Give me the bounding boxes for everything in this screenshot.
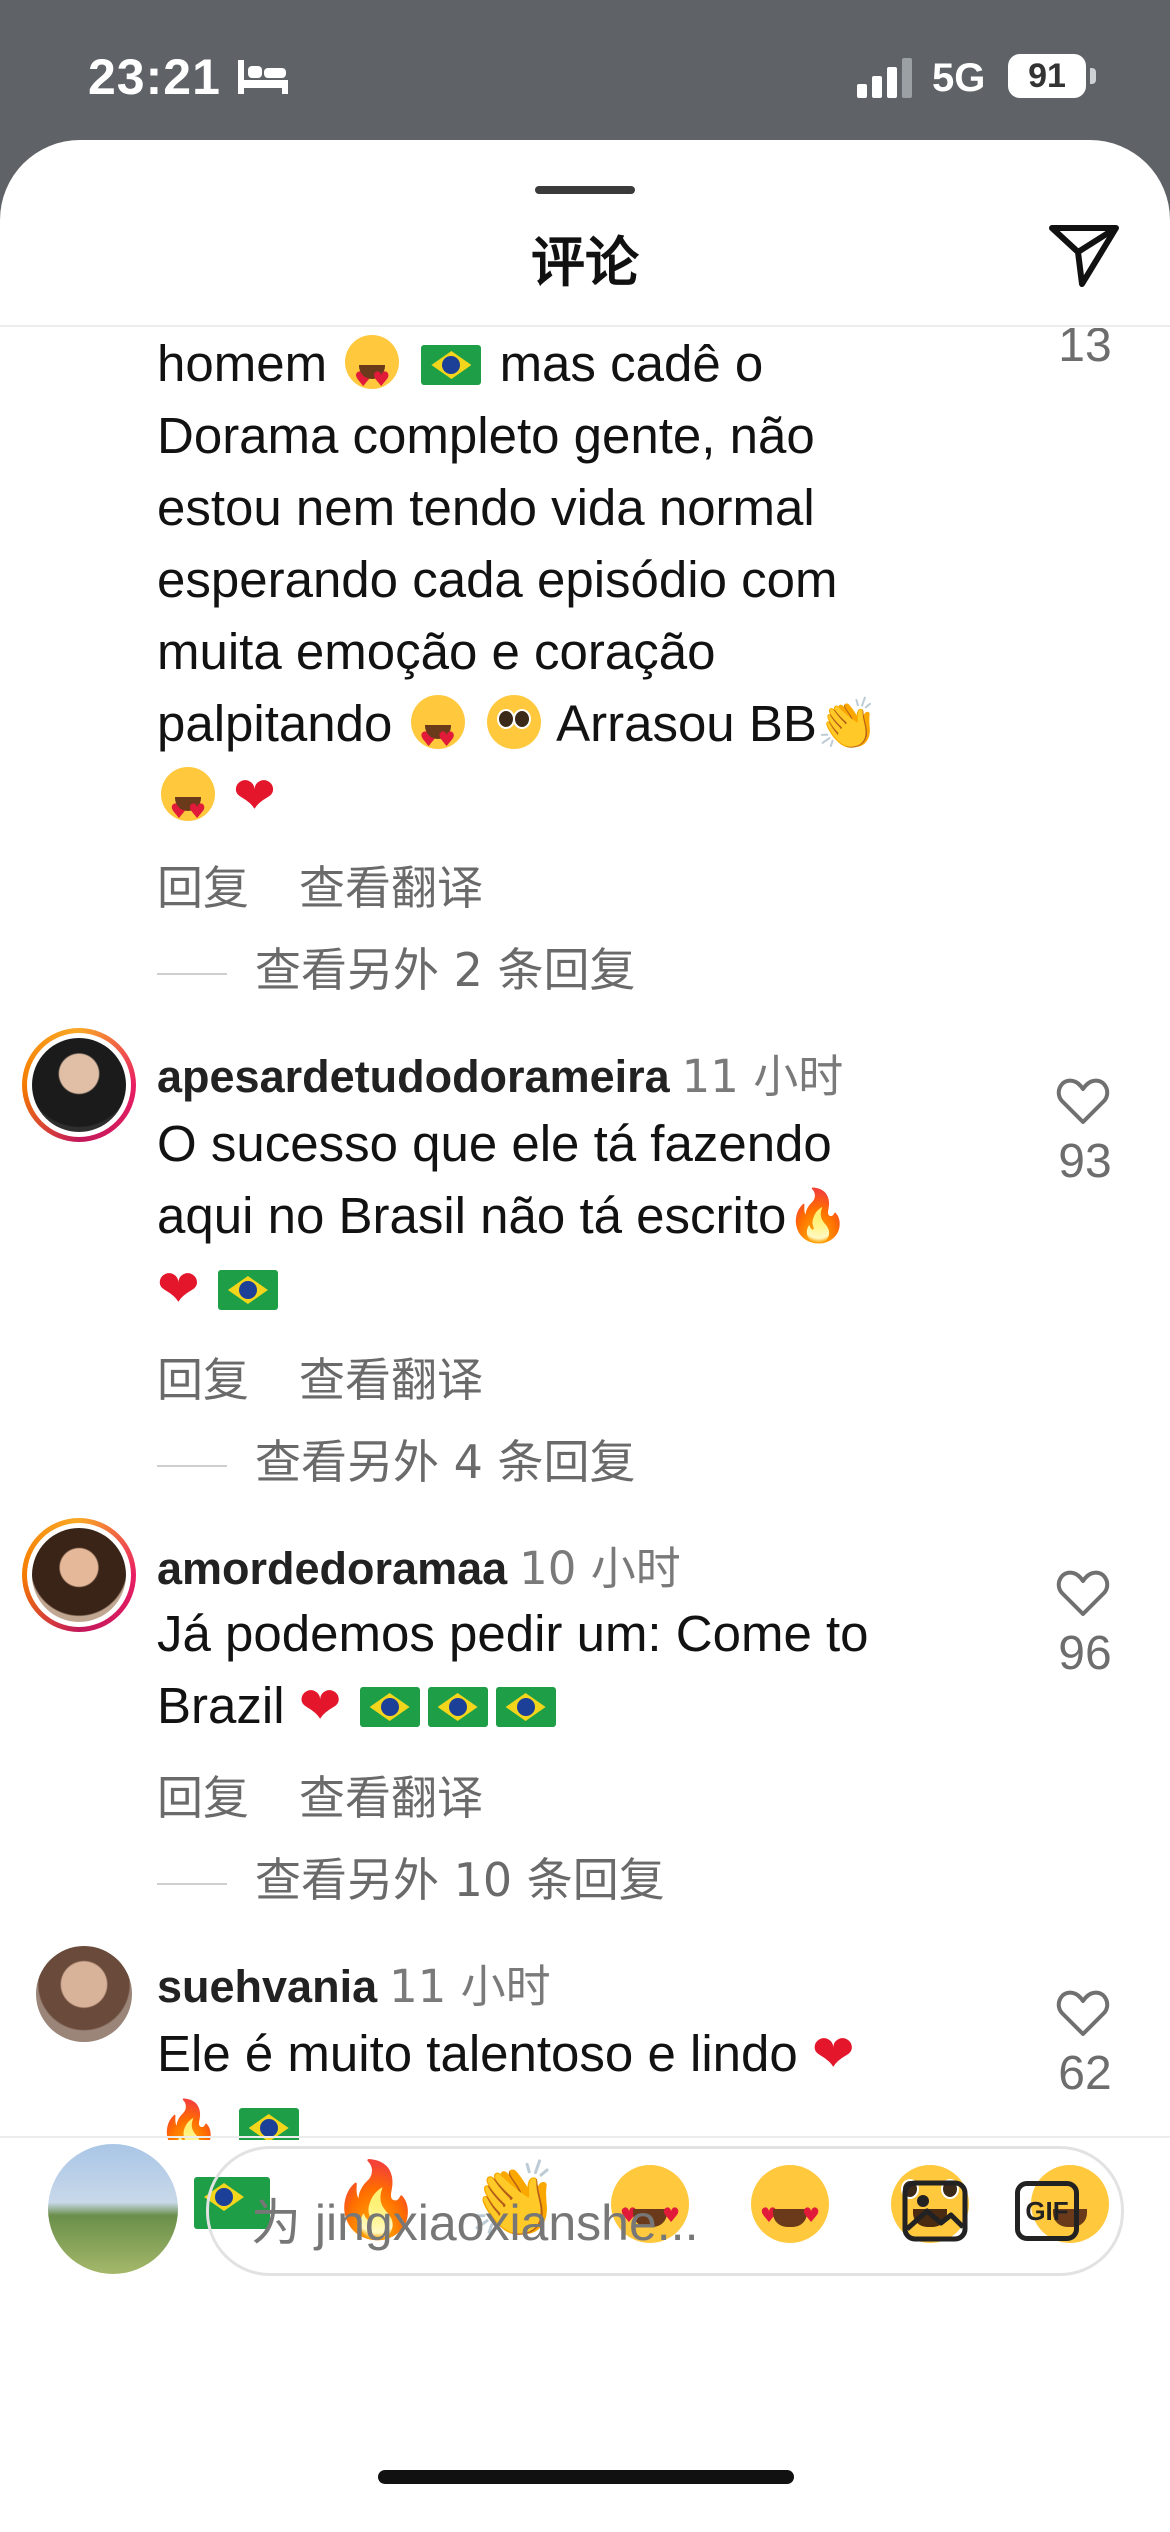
status-time: 23:21 — [88, 49, 221, 105]
send-icon[interactable] — [1048, 222, 1120, 288]
red-heart-emoji: ❤ — [233, 767, 276, 826]
avatar[interactable] — [36, 1946, 132, 2042]
comment-line: mas cadê o — [499, 335, 764, 392]
username-text[interactable]: amordedoramaa — [157, 1543, 507, 1594]
brazil-flag-emoji — [217, 1270, 278, 1310]
comment-line: muita emoção e coração — [157, 623, 716, 680]
network-type: 5G — [932, 56, 986, 100]
current-user-avatar — [48, 2144, 178, 2274]
emoji-bar-divider — [0, 2136, 1170, 2138]
sheet-title: 评论 — [531, 231, 639, 294]
comment-line: O sucesso que ele tá fazendo — [157, 1115, 832, 1172]
heart-outline-icon[interactable] — [1056, 1568, 1110, 1618]
heart-eyes-emoji — [410, 695, 465, 775]
like-count: 13 — [1058, 328, 1112, 372]
comment-time: 10 小时 — [519, 1542, 681, 1595]
heart-outline-icon[interactable] — [1056, 1076, 1110, 1126]
reply-button[interactable]: 回复 — [157, 861, 249, 915]
comment-actions: 回复 查看翻译 — [157, 852, 533, 918]
comment-username[interactable]: suehvania 11 小时 — [157, 1950, 551, 2015]
pleading-face-emoji — [486, 695, 541, 749]
comment-input[interactable]: 为 jingxiaoxianshe... GIF — [206, 2146, 1124, 2276]
comment-text: O sucesso que ele tá fazendo aqui no Bra… — [157, 1108, 987, 1326]
translate-button[interactable]: 查看翻译 — [299, 1771, 483, 1825]
comment-username[interactable]: apesardetudodorameira 11 小时 — [157, 1040, 843, 1105]
sheet-grabber[interactable] — [535, 186, 635, 194]
like-count: 93 — [1058, 1135, 1112, 1188]
image-icon[interactable] — [901, 2179, 969, 2243]
comment-line: Ele é muito talentoso e lindo — [157, 2025, 798, 2082]
replies-divider — [157, 1464, 227, 1467]
bed-icon — [238, 60, 288, 94]
like-count: 62 — [1058, 2047, 1112, 2100]
comment-line: Já podemos pedir um: Come to — [157, 1605, 869, 1662]
username-text[interactable]: suehvania — [157, 1961, 377, 2012]
comment-line: Arrasou BB — [556, 695, 817, 752]
header-divider — [0, 325, 1170, 327]
comments-sheet: 评论 13 homem mas cadê o Dorama completo g… — [0, 140, 1170, 2532]
comment-text: Ele é muito talentoso e lindo ❤ 🔥 — [157, 2018, 987, 2140]
battery-cap — [1090, 68, 1096, 84]
home-indicator — [378, 2470, 794, 2484]
view-more-replies[interactable]: 查看另外 4 条回复 — [157, 1426, 636, 1492]
comment-line: homem — [157, 335, 328, 392]
comment-text: Já podemos pedir um: Come to Brazil ❤ — [157, 1598, 987, 1743]
fire-emoji: 🔥 — [786, 1187, 850, 1246]
comment-line: Dorama completo gente, não — [157, 407, 815, 464]
brazil-flag-emoji — [359, 1687, 420, 1727]
red-heart-emoji: ❤ — [811, 2025, 855, 2084]
clapping-hands-emoji: 👏 — [816, 695, 880, 753]
gif-icon[interactable]: GIF — [1015, 2181, 1079, 2241]
more-replies-label: 查看另外 2 条回复 — [255, 943, 636, 997]
red-heart-emoji: ❤ — [298, 1677, 342, 1736]
signal-icon — [857, 58, 912, 98]
view-more-replies[interactable]: 查看另外 10 条回复 — [157, 1844, 665, 1910]
more-replies-label: 查看另外 4 条回复 — [255, 1435, 636, 1489]
comment-text: homem mas cadê o Dorama completo gente, … — [157, 328, 987, 847]
comment-username[interactable]: amordedoramaa 10 小时 — [157, 1532, 681, 1597]
comment-line: estou nem tendo vida normal — [157, 479, 815, 536]
translate-button[interactable]: 查看翻译 — [299, 1353, 483, 1407]
more-replies-label: 查看另外 10 条回复 — [255, 1853, 665, 1907]
brazil-flag-emoji — [427, 1687, 488, 1727]
replies-divider — [157, 972, 227, 975]
reply-button[interactable]: 回复 — [157, 1353, 249, 1407]
brazil-flag-emoji — [421, 345, 482, 385]
replies-divider — [157, 1882, 227, 1885]
avatar[interactable] — [22, 1518, 136, 1632]
avatar[interactable] — [22, 1028, 136, 1142]
comment-input-placeholder: 为 jingxiaoxianshe... — [251, 2195, 699, 2251]
comment-actions: 回复 查看翻译 — [157, 1344, 533, 1410]
heart-outline-icon[interactable] — [1056, 1988, 1110, 2038]
view-more-replies[interactable]: 查看另外 2 条回复 — [157, 934, 636, 1000]
comment-line: esperando cada episódio com — [157, 551, 838, 608]
heart-eyes-emoji — [345, 335, 400, 415]
comment-line: aqui no Brasil não tá escrito — [157, 1187, 787, 1244]
red-heart-emoji: ❤ — [157, 1260, 200, 1319]
comments-list: 13 homem mas cadê o Dorama completo gent… — [0, 328, 1170, 2140]
like-count: 96 — [1058, 1627, 1112, 1680]
comment-line: Brazil — [157, 1677, 285, 1734]
comment-actions: 回复 查看翻译 — [157, 1762, 533, 1828]
translate-button[interactable]: 查看翻译 — [299, 861, 483, 915]
comment-line: palpitando — [157, 695, 393, 752]
username-text[interactable]: apesardetudodorameira — [157, 1051, 670, 1102]
heart-eyes-emoji — [161, 767, 215, 847]
status-bar: 23:21 5G 91 — [0, 0, 1170, 150]
fire-emoji: 🔥 — [157, 2098, 221, 2140]
brazil-flag-emoji — [495, 1687, 556, 1727]
battery-indicator: 91 — [1008, 54, 1086, 98]
reply-button[interactable]: 回复 — [157, 1771, 249, 1825]
comment-time: 11 小时 — [681, 1050, 844, 1103]
comment-time: 11 小时 — [389, 1960, 551, 2013]
